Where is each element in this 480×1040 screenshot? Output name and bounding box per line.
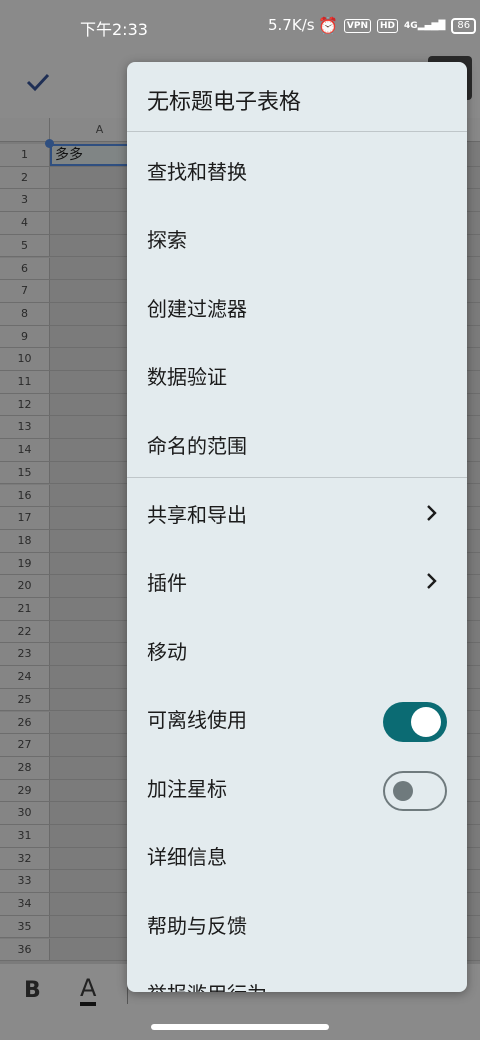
row-number[interactable]: 10: [0, 348, 50, 370]
menu-item-offline[interactable]: 可离线使用: [127, 684, 467, 752]
menu-item-label: 详细信息: [147, 845, 227, 869]
menu-item-share-export[interactable]: 共享和导出: [127, 479, 467, 547]
menu-item-label: 命名的范围: [147, 434, 247, 458]
menu-item-data-validation[interactable]: 数据验证: [127, 341, 467, 409]
menu-divider-top: [127, 131, 467, 132]
menu-item-details[interactable]: 详细信息: [127, 821, 467, 889]
menu-title: 无标题电子表格: [147, 90, 302, 115]
menu-item-label: 移动: [147, 640, 187, 664]
menu-item-move[interactable]: 移动: [127, 616, 467, 684]
select-all-corner[interactable]: [0, 118, 50, 142]
row-number[interactable]: 19: [0, 552, 50, 575]
offline-toggle[interactable]: [383, 702, 447, 742]
menu-divider-middle: [127, 477, 467, 478]
status-icons: ⏰ VPN HD 4G▂▄▆█ 86: [318, 16, 477, 35]
row-number[interactable]: 22: [0, 620, 50, 643]
row-number[interactable]: 29: [0, 779, 50, 802]
row-number[interactable]: 6: [0, 257, 50, 280]
toggle-knob: [393, 781, 413, 801]
row-number[interactable]: 26: [0, 711, 50, 734]
menu-item-named-ranges[interactable]: 命名的范围: [127, 410, 467, 478]
menu-item-help-feedback[interactable]: 帮助与反馈: [127, 890, 467, 958]
status-net-speed: 5.7K/s: [268, 16, 315, 34]
row-number[interactable]: 33: [0, 870, 50, 893]
row-number[interactable]: 4: [0, 212, 50, 234]
menu-item-label: 共享和导出: [147, 503, 247, 527]
menu-item-report-abuse[interactable]: 举报滥用行为: [127, 958, 467, 992]
menu-item-label: 探索: [147, 228, 187, 252]
menu-item-label: 创建过滤器: [147, 297, 247, 321]
menu-item-label: 举报滥用行为: [147, 978, 267, 992]
toggle-knob: [411, 707, 441, 737]
menu-item-addons[interactable]: 插件: [127, 547, 467, 615]
row-number[interactable]: 9: [0, 325, 50, 348]
row-number[interactable]: 13: [0, 416, 50, 439]
row-number[interactable]: 30: [0, 802, 50, 824]
signal-icon: 4G▂▄▆█: [404, 20, 446, 31]
row-number[interactable]: 1: [0, 144, 50, 166]
vpn-icon: VPN: [343, 18, 372, 33]
status-bar: 下午2:33 5.7K/s ⏰ VPN HD 4G▂▄▆█ 86: [0, 0, 480, 52]
selection-handle[interactable]: [45, 139, 54, 148]
status-time: 下午2:33: [80, 20, 148, 39]
overflow-menu: 无标题电子表格 查找和替换 探索 创建过滤器 数据验证 命名的范围 共享和导出 …: [127, 62, 467, 992]
hd-icon: HD: [377, 18, 399, 33]
row-number[interactable]: 15: [0, 461, 50, 484]
menu-item-find-replace[interactable]: 查找和替换: [127, 136, 467, 204]
menu-item-label: 帮助与反馈: [147, 914, 247, 938]
row-number[interactable]: 11: [0, 371, 50, 393]
row-number[interactable]: 35: [0, 915, 50, 938]
bold-button[interactable]: B: [24, 978, 41, 1003]
alarm-icon: ⏰: [318, 16, 338, 35]
star-toggle[interactable]: [383, 771, 447, 811]
menu-item-label: 查找和替换: [147, 160, 247, 184]
row-number[interactable]: 17: [0, 507, 50, 529]
menu-item-star[interactable]: 加注星标: [127, 753, 467, 821]
row-number[interactable]: 28: [0, 756, 50, 779]
row-number[interactable]: 36: [0, 938, 50, 961]
row-number[interactable]: 18: [0, 529, 50, 552]
row-number[interactable]: 8: [0, 302, 50, 325]
row-number[interactable]: 31: [0, 825, 50, 847]
row-number[interactable]: 12: [0, 393, 50, 416]
row-number[interactable]: 20: [0, 575, 50, 597]
row-number[interactable]: 5: [0, 234, 50, 257]
row-number[interactable]: 25: [0, 688, 50, 711]
row-number[interactable]: 2: [0, 166, 50, 189]
row-number[interactable]: 34: [0, 893, 50, 915]
row-number[interactable]: 24: [0, 666, 50, 688]
menu-item-explore[interactable]: 探索: [127, 204, 467, 272]
check-icon[interactable]: [20, 64, 56, 100]
row-number[interactable]: 21: [0, 598, 50, 620]
text-color-button[interactable]: A: [80, 974, 97, 1006]
row-number[interactable]: 27: [0, 734, 50, 756]
row-number[interactable]: 32: [0, 847, 50, 870]
row-number[interactable]: 7: [0, 280, 50, 302]
menu-item-label: 可离线使用: [147, 708, 247, 732]
row-number[interactable]: 23: [0, 643, 50, 666]
menu-item-label: 插件: [147, 571, 187, 595]
menu-item-create-filter[interactable]: 创建过滤器: [127, 273, 467, 341]
row-number[interactable]: 14: [0, 439, 50, 461]
battery-icon: 86: [451, 17, 477, 34]
menu-item-label: 加注星标: [147, 777, 227, 801]
home-gesture-bar[interactable]: [151, 1024, 329, 1030]
chevron-right-icon: [427, 573, 437, 589]
nav-bar: [0, 1020, 480, 1040]
menu-item-label: 数据验证: [147, 365, 227, 389]
chevron-right-icon: [427, 505, 437, 521]
signal-label: 4G: [404, 20, 418, 31]
row-number[interactable]: 16: [0, 484, 50, 507]
row-number[interactable]: 3: [0, 189, 50, 212]
